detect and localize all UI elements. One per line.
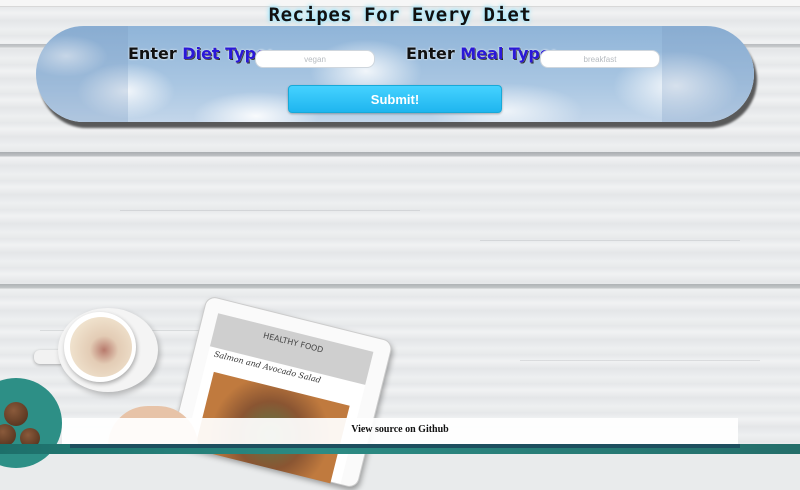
bottom-line [70, 444, 740, 448]
page-title: Recipes For Every Diet [268, 4, 532, 26]
github-link[interactable]: View source on Github [62, 418, 738, 444]
panel-cloud-edge [662, 26, 754, 122]
diet-label-prefix: Enter [128, 44, 177, 63]
diet-type-input[interactable] [255, 50, 375, 68]
meal-type-input[interactable] [540, 50, 660, 68]
meal-label-accent: Meal Type [460, 44, 551, 63]
wood-grain [120, 210, 420, 211]
submit-button[interactable]: Submit! [288, 85, 502, 113]
diet-type-label: Enter Diet Type: [128, 44, 273, 63]
meal-label-prefix: Enter [406, 44, 455, 63]
panel-cloud-edge [36, 26, 128, 122]
meal-type-label: Enter Meal Type: [406, 44, 557, 63]
wood-grain [520, 360, 760, 361]
meatball-image [4, 402, 28, 426]
wood-grain [480, 240, 740, 241]
coffee-image [70, 317, 132, 377]
tablet-screen: HEALTHY FOOD Salmon and Avocado Salad [185, 313, 374, 484]
search-panel: Enter Diet Type: Enter Meal Type: Submit… [36, 26, 754, 122]
